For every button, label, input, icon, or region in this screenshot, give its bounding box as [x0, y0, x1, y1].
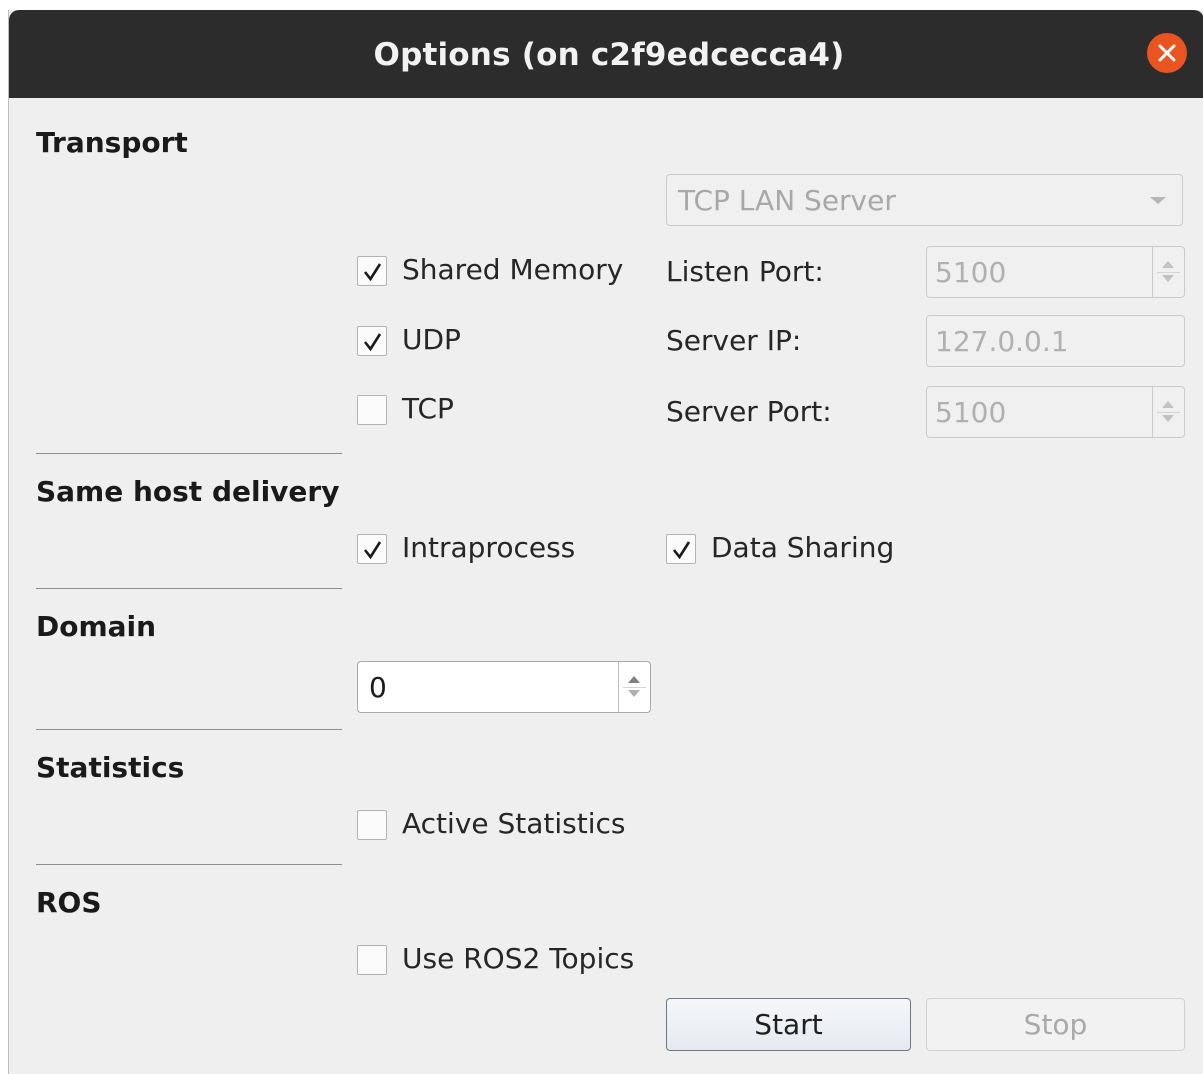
- active-statistics-checkbox[interactable]: [357, 810, 387, 840]
- listen-port-label: Listen Port:: [666, 255, 824, 288]
- use-ros2-topics-label[interactable]: Use ROS2 Topics: [402, 942, 634, 975]
- checkmark-icon: [363, 263, 382, 282]
- shared-memory-label[interactable]: Shared Memory: [402, 253, 623, 286]
- start-button[interactable]: Start: [666, 998, 911, 1051]
- domain-spinbox[interactable]: 0: [357, 661, 651, 713]
- server-ip-field[interactable]: 127.0.0.1: [926, 315, 1185, 367]
- shared-memory-checkbox[interactable]: [357, 256, 387, 286]
- section-title-domain: Domain: [36, 610, 157, 643]
- listen-port-value: 5100: [935, 256, 1007, 289]
- section-divider: [36, 588, 342, 589]
- window-title: Options (on c2f9edcecca4): [373, 37, 845, 73]
- tcp-checkbox[interactable]: [357, 395, 387, 425]
- spin-up-icon: [1162, 401, 1174, 408]
- udp-label[interactable]: UDP: [402, 323, 461, 356]
- title-bar: Options (on c2f9edcecca4): [9, 10, 1203, 98]
- listen-port-spinbox[interactable]: 5100: [926, 246, 1185, 298]
- close-button[interactable]: [1147, 33, 1187, 73]
- section-title-ros: ROS: [36, 886, 102, 919]
- options-dialog: Options (on c2f9edcecca4) Transport TCP …: [8, 10, 1203, 1074]
- section-title-transport: Transport: [36, 126, 188, 159]
- section-divider: [36, 864, 342, 865]
- data-sharing-label[interactable]: Data Sharing: [711, 531, 894, 564]
- spin-up-icon: [1162, 261, 1174, 268]
- section-title-same-host-delivery: Same host delivery: [36, 475, 340, 508]
- intraprocess-checkbox[interactable]: [357, 534, 387, 564]
- checkmark-icon: [363, 333, 382, 352]
- domain-stepper[interactable]: [618, 662, 650, 712]
- transport-mode-value: TCP LAN Server: [678, 184, 896, 217]
- domain-value: 0: [369, 671, 387, 704]
- spin-down-icon: [628, 690, 640, 697]
- server-port-spinbox[interactable]: 5100: [926, 386, 1185, 438]
- spin-down-icon: [1162, 275, 1174, 282]
- checkmark-icon: [672, 541, 691, 560]
- data-sharing-checkbox[interactable]: [666, 534, 696, 564]
- use-ros2-topics-checkbox[interactable]: [357, 945, 387, 975]
- server-ip-label: Server IP:: [666, 324, 802, 357]
- server-ip-value: 127.0.0.1: [935, 325, 1069, 358]
- checkmark-icon: [363, 541, 382, 560]
- transport-mode-select[interactable]: TCP LAN Server: [666, 174, 1183, 226]
- spin-down-icon: [1162, 415, 1174, 422]
- listen-port-stepper[interactable]: [1152, 247, 1184, 297]
- section-title-statistics: Statistics: [36, 751, 185, 784]
- close-icon: [1158, 44, 1176, 62]
- chevron-down-icon: [1150, 197, 1166, 204]
- server-port-value: 5100: [935, 396, 1007, 429]
- stop-button[interactable]: Stop: [926, 998, 1185, 1051]
- udp-checkbox[interactable]: [357, 326, 387, 356]
- section-divider: [36, 453, 342, 454]
- intraprocess-label[interactable]: Intraprocess: [402, 531, 575, 564]
- section-divider: [36, 729, 342, 730]
- server-port-label: Server Port:: [666, 395, 832, 428]
- active-statistics-label[interactable]: Active Statistics: [402, 807, 626, 840]
- tcp-label[interactable]: TCP: [402, 392, 454, 425]
- spin-up-icon: [628, 676, 640, 683]
- server-port-stepper[interactable]: [1152, 387, 1184, 437]
